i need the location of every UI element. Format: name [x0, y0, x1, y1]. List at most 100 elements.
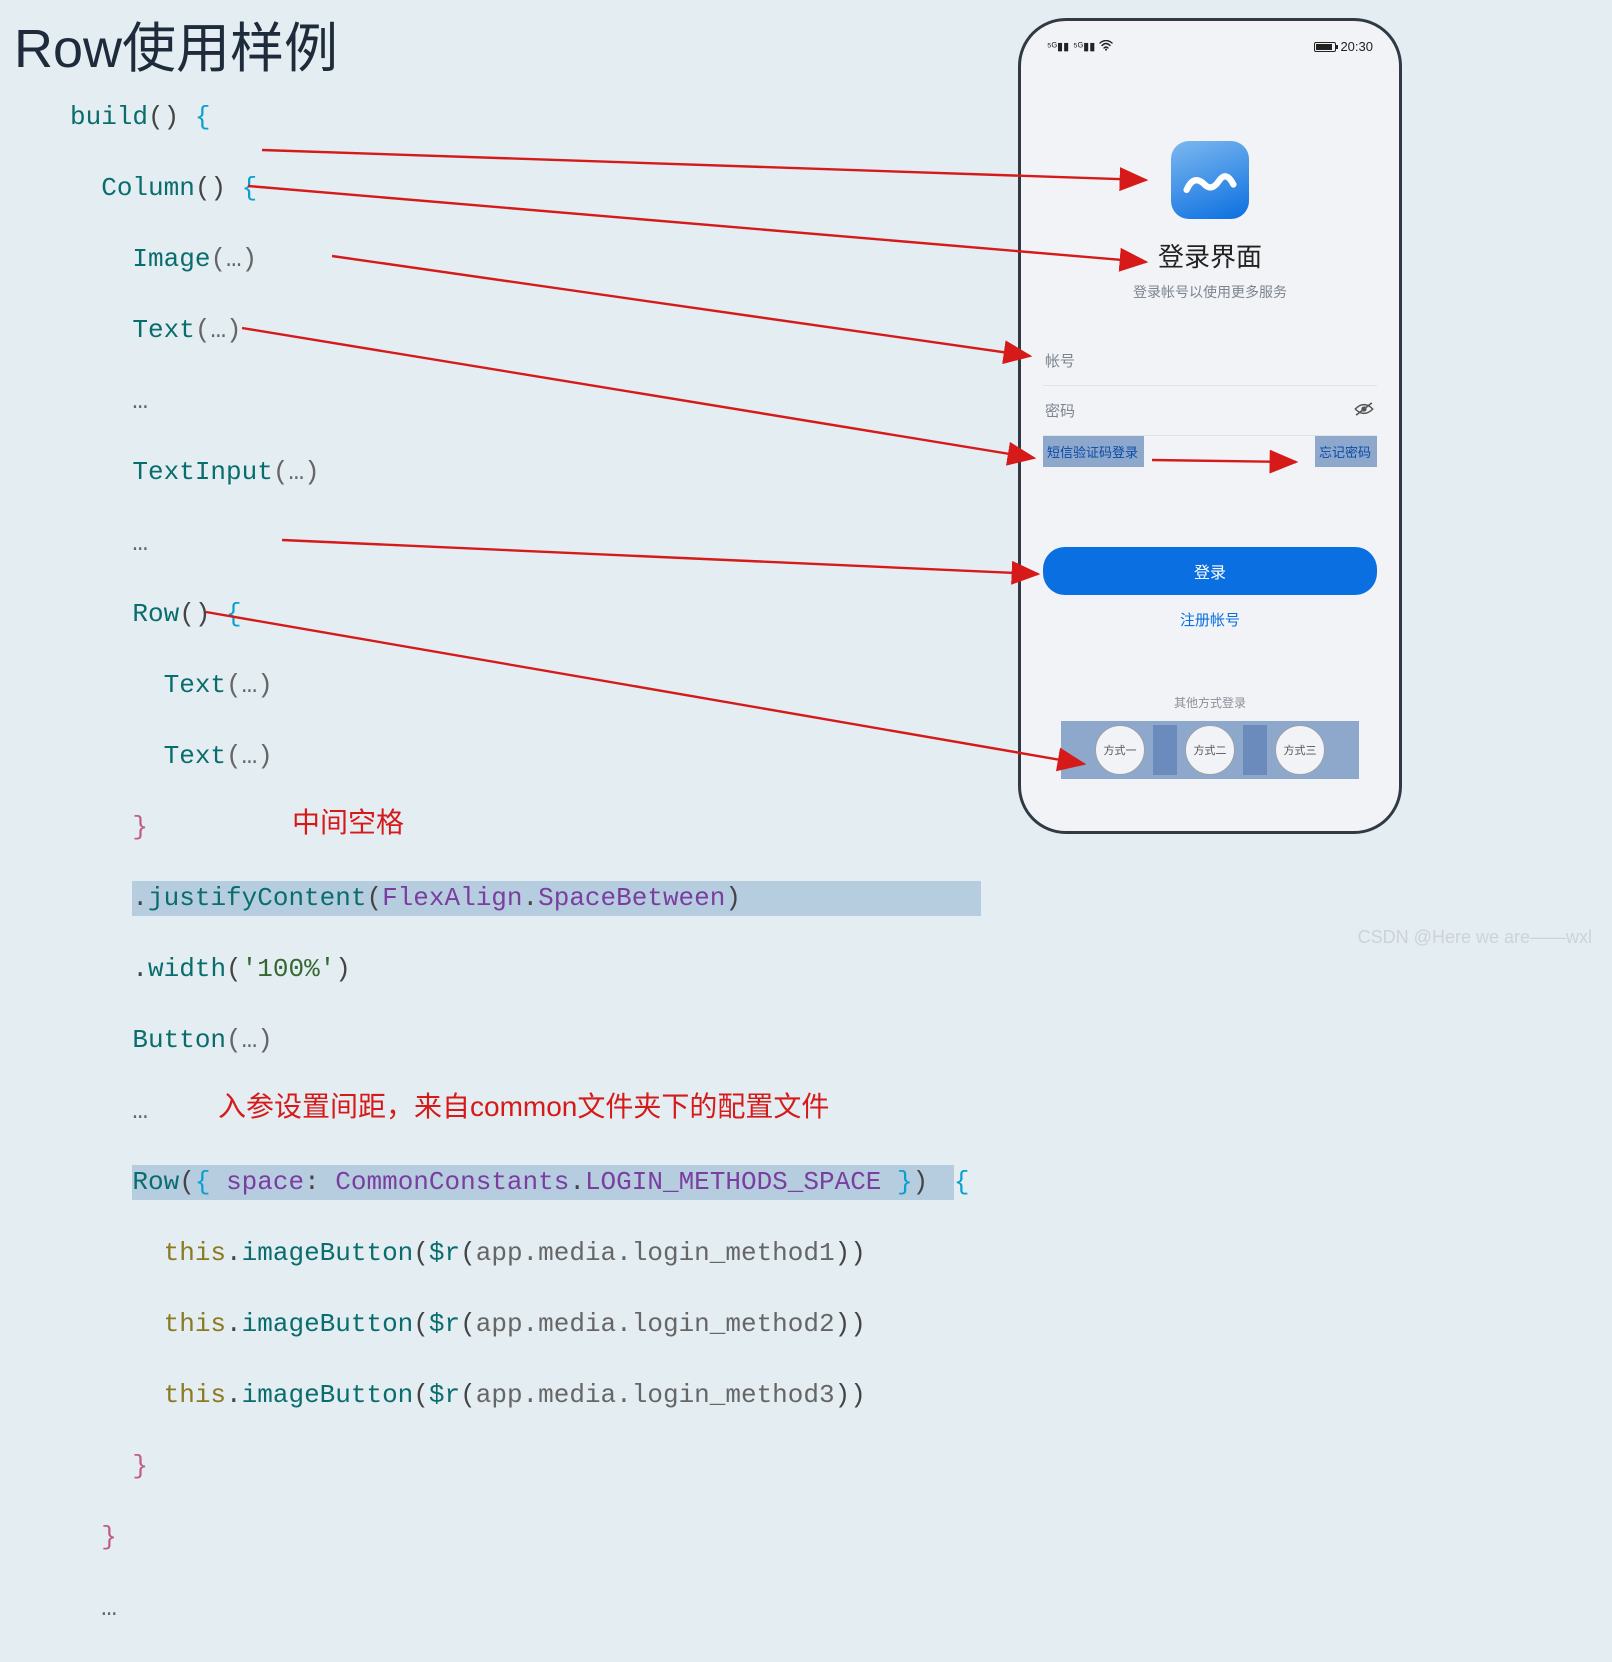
tok: FlexAlign — [382, 883, 522, 913]
tok: … — [132, 1096, 148, 1126]
other-login-title: 其他方式登录 — [1021, 694, 1399, 711]
login-title: 登录界面 — [1021, 237, 1399, 274]
signal-icon: ⁵ᴳ▮▮ — [1047, 40, 1069, 53]
tok: . — [226, 1238, 242, 1268]
tok-text: Text — [164, 741, 226, 771]
tok: (…) — [195, 315, 242, 345]
tok: () — [179, 599, 226, 629]
tok: … — [101, 1593, 117, 1623]
brace: } — [881, 1167, 912, 1197]
tok-text: Text — [164, 670, 226, 700]
annotation-space: 中间空格 — [292, 805, 404, 841]
tok: () — [195, 173, 242, 203]
account-field[interactable]: 帐号 — [1043, 336, 1377, 386]
tok: ( — [460, 1238, 476, 1268]
brace: { — [954, 1167, 970, 1197]
tok: (…) — [226, 741, 273, 771]
tok: '100%' — [242, 954, 336, 984]
login-method-2[interactable]: 方式二 — [1185, 725, 1235, 775]
wifi-icon — [1099, 39, 1113, 54]
tok: (…) — [226, 670, 273, 700]
tok: imageButton — [242, 1380, 414, 1410]
code-block: build() { Column() { Image(…) Text(…) … … — [70, 64, 981, 1662]
annotation-param: 入参设置间距，来自common文件夹下的配置文件 — [218, 1089, 829, 1125]
tok: LOGIN_METHODS_SPACE — [585, 1167, 881, 1197]
tok: $r — [429, 1309, 460, 1339]
tok: )) — [835, 1238, 866, 1268]
tok: : — [304, 1167, 335, 1197]
status-time: 20:30 — [1340, 39, 1373, 54]
fields-group: 帐号 密码 — [1043, 336, 1377, 436]
tok-justify: justifyContent — [148, 883, 366, 913]
tok-row2: Row — [132, 1167, 179, 1197]
tok: $r — [429, 1238, 460, 1268]
tok-text: Text — [132, 315, 194, 345]
password-field[interactable]: 密码 — [1043, 386, 1377, 436]
tok: . — [523, 883, 539, 913]
tok: . — [226, 1380, 242, 1410]
phone-mockup: ⁵ᴳ▮▮ ⁵ᴳ▮▮ 20:30 登录界面 登录帐号以使用更多服务 帐号 密码 短… — [1018, 18, 1402, 834]
tok: ( — [413, 1380, 429, 1410]
brace: { — [242, 173, 258, 203]
brace: } — [132, 812, 148, 842]
tok: . — [132, 954, 148, 984]
tok-button: Button — [132, 1025, 226, 1055]
tok-this: this — [164, 1238, 226, 1268]
tok: ) — [725, 883, 741, 913]
tok: ( — [460, 1309, 476, 1339]
tok: CommonConstants — [335, 1167, 569, 1197]
login-methods-row: 方式一 方式二 方式三 — [1061, 721, 1359, 779]
register-link[interactable]: 注册帐号 — [1021, 609, 1399, 630]
tok: ( — [226, 954, 242, 984]
tok: (…) — [210, 244, 257, 274]
tok: SpaceBetween — [538, 883, 725, 913]
tok-build: build — [70, 102, 148, 132]
forgot-password-link[interactable]: 忘记密码 — [1315, 436, 1377, 467]
tok: ( — [413, 1238, 429, 1268]
tok: (…) — [226, 1025, 273, 1055]
status-icons-left: ⁵ᴳ▮▮ ⁵ᴳ▮▮ — [1047, 39, 1113, 54]
tok: ) — [913, 1167, 944, 1197]
tok-this: this — [164, 1309, 226, 1339]
tok-width: width — [148, 954, 226, 984]
tok: ( — [179, 1167, 195, 1197]
tok: . — [569, 1167, 585, 1197]
tok-row: Row — [132, 599, 179, 629]
battery-icon — [1314, 42, 1336, 52]
brace: { — [226, 599, 242, 629]
status-icons-right: 20:30 — [1314, 39, 1373, 54]
tok: app.media.login_method2 — [476, 1309, 835, 1339]
sms-login-link[interactable]: 短信验证码登录 — [1043, 436, 1144, 467]
tok: )) — [835, 1380, 866, 1410]
tok: … — [132, 528, 148, 558]
login-method-3[interactable]: 方式三 — [1275, 725, 1325, 775]
eye-off-icon[interactable] — [1353, 402, 1375, 420]
tok-this: this — [164, 1380, 226, 1410]
login-method-1[interactable]: 方式一 — [1095, 725, 1145, 775]
password-label: 密码 — [1045, 400, 1075, 421]
brace: } — [101, 1522, 117, 1552]
tok: $r — [429, 1380, 460, 1410]
tok: app.media.login_method3 — [476, 1380, 835, 1410]
watermark: CSDN @Here we are——wxl — [1358, 927, 1592, 948]
logo-icon — [1183, 157, 1237, 203]
tok: imageButton — [242, 1309, 414, 1339]
tok-column: Column — [101, 173, 195, 203]
tok: ) — [335, 954, 351, 984]
tok: . — [132, 883, 148, 913]
login-button[interactable]: 登录 — [1043, 547, 1377, 595]
tok: ( — [413, 1309, 429, 1339]
tok: )) — [835, 1309, 866, 1339]
tok-textinput: TextInput — [132, 457, 272, 487]
tok: . — [226, 1309, 242, 1339]
app-logo — [1171, 141, 1249, 219]
tok: (…) — [273, 457, 320, 487]
brace: } — [132, 1451, 148, 1481]
tok-image: Image — [132, 244, 210, 274]
tok: imageButton — [242, 1238, 414, 1268]
tok: () — [148, 102, 195, 132]
brace: { — [195, 102, 211, 132]
tok: space — [226, 1167, 304, 1197]
status-bar: ⁵ᴳ▮▮ ⁵ᴳ▮▮ 20:30 — [1047, 39, 1373, 54]
tok: app.media.login_method1 — [476, 1238, 835, 1268]
